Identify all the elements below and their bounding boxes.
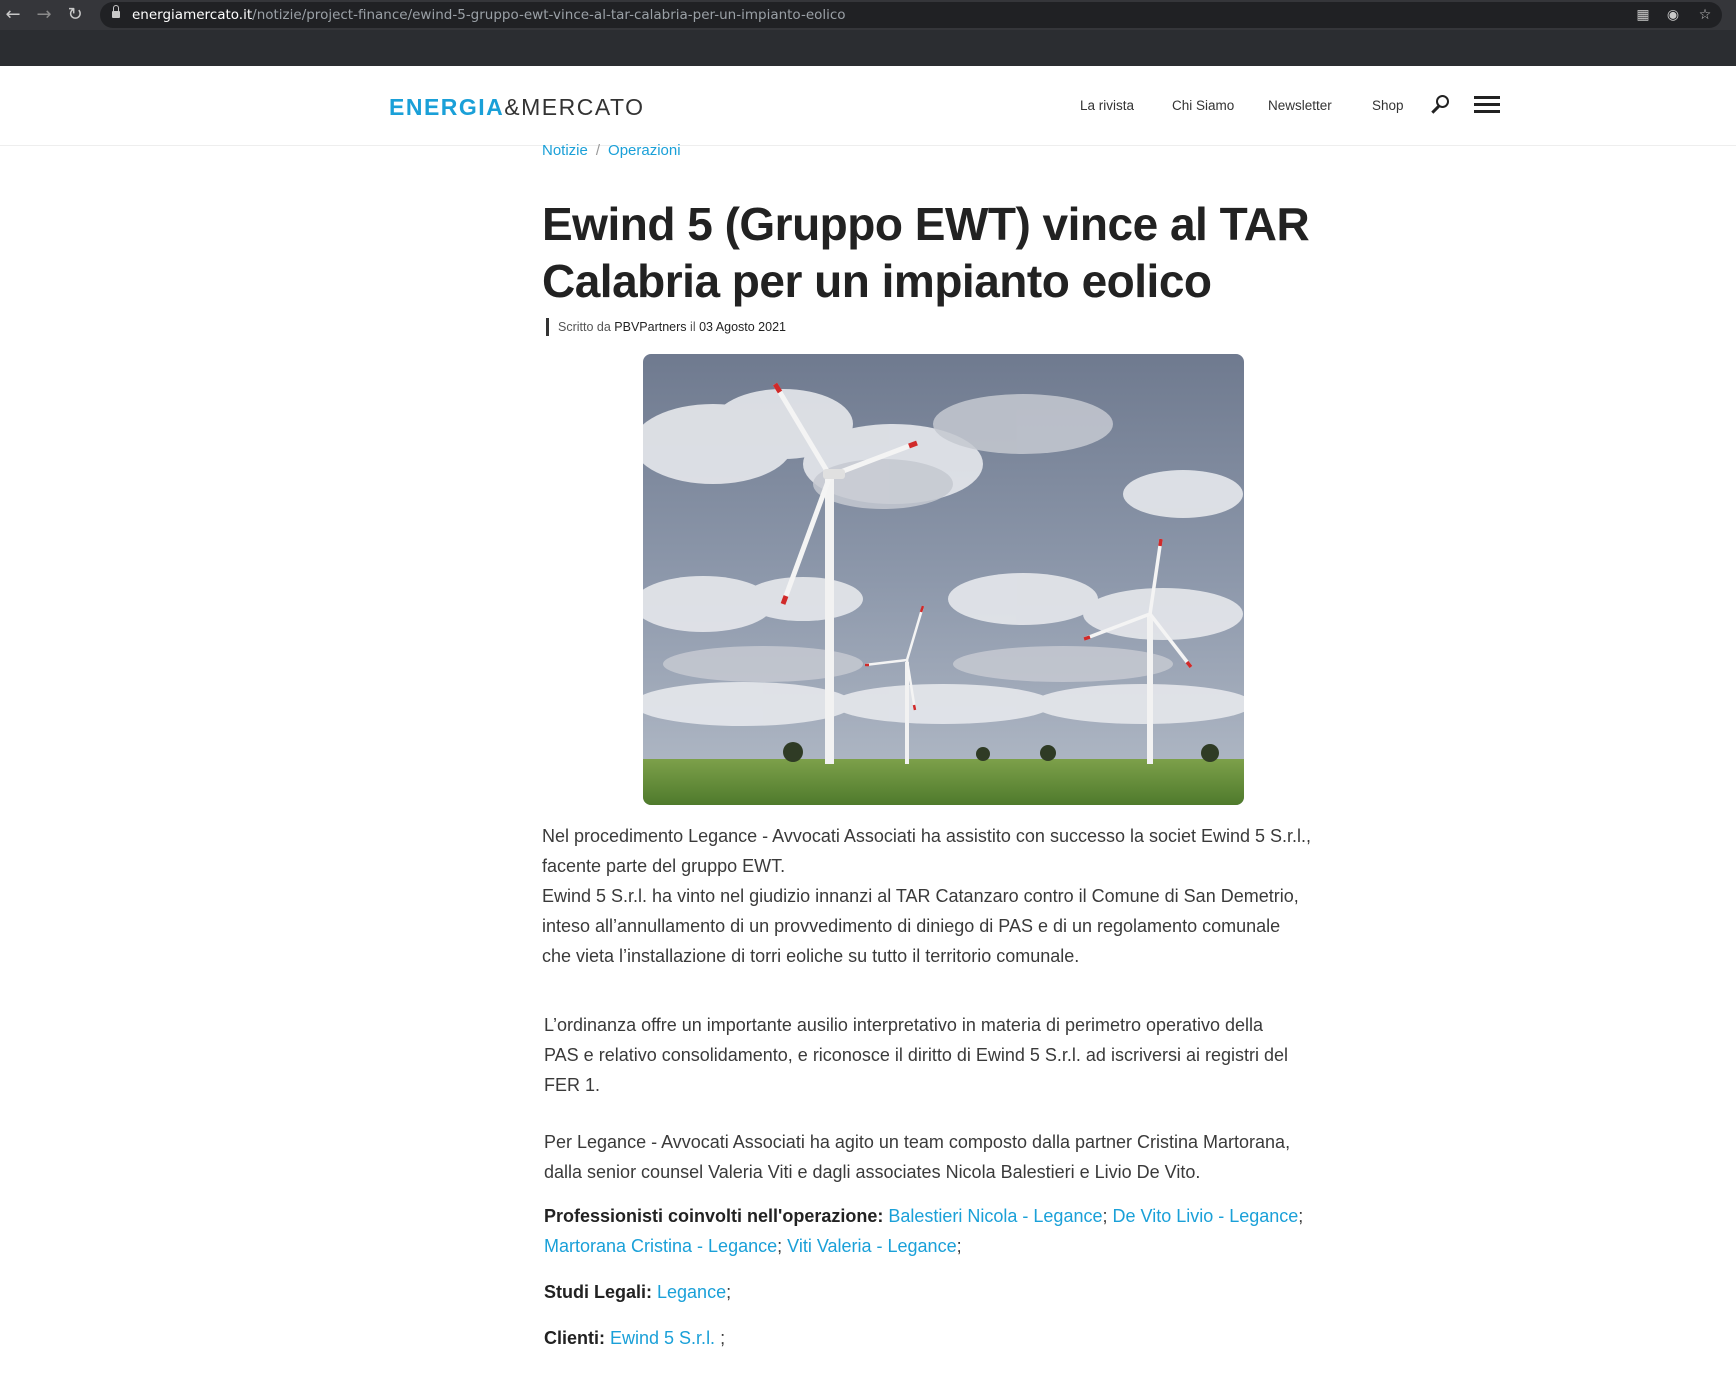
p1-line-3: Ewind 5 S.r.l. ha vinto nel giudizio inn… <box>542 886 1299 906</box>
p1-line-2: facente parte del gruppo EWT. <box>542 856 786 876</box>
p1-line-5: che vieta l’installazione di torri eolic… <box>542 946 1080 966</box>
nav-chi-siamo[interactable]: Chi Siamo <box>1172 98 1234 113</box>
article-paragraph-2: L’ordinanza offre un importante ausilio … <box>544 1010 1344 1100</box>
breadcrumb-operazioni[interactable]: Operazioni <box>608 142 681 159</box>
byline-author[interactable]: PBVPartners <box>614 320 686 334</box>
professionista-link[interactable]: De Vito Livio - Legance <box>1113 1206 1299 1226</box>
breadcrumb-separator: / <box>595 142 601 159</box>
professionista-link[interactable]: Viti Valeria - Legance <box>787 1236 956 1256</box>
logo-energia: ENERGIA <box>389 94 505 120</box>
clienti-section: Clienti: Ewind 5 S.r.l. ; <box>544 1328 726 1348</box>
nav-shop[interactable]: Shop <box>1372 98 1404 113</box>
back-icon[interactable]: ← <box>2 4 24 26</box>
byline: Scritto da PBVPartners il 03 Agosto 2021 <box>546 318 786 336</box>
url-text[interactable]: energiamercato.it/notizie/project-financ… <box>132 7 846 23</box>
site-header: ENERGIA&MERCATO La rivista Chi Siamo New… <box>0 66 1736 146</box>
p3-line-1: Per Legance - Avvocati Associati ha agit… <box>544 1132 1291 1152</box>
reload-icon[interactable]: ↻ <box>64 4 86 26</box>
qr-code-icon[interactable]: ▦ <box>1634 6 1652 24</box>
byline-date-prefix: il <box>690 320 696 334</box>
nav-la-rivista[interactable]: La rivista <box>1080 98 1134 113</box>
logo-mercato: &MERCATO <box>504 94 645 120</box>
clienti-label: Clienti: <box>544 1328 605 1348</box>
article-hero-image <box>643 354 1244 805</box>
professionista-link[interactable]: Martorana Cristina - Legance <box>544 1236 777 1256</box>
byline-date: 03 Agosto 2021 <box>699 320 786 334</box>
article-paragraph-1: Nel procedimento Legance - Avvocati Asso… <box>542 821 1342 971</box>
p1-line-1: Nel procedimento Legance - Avvocati Asso… <box>542 826 1312 846</box>
hamburger-menu-icon[interactable] <box>1474 96 1500 114</box>
p2-line-2: PAS e relativo consolidamento, e riconos… <box>544 1045 1288 1065</box>
article-paragraph-3: Per Legance - Avvocati Associati ha agit… <box>544 1127 1344 1187</box>
eye-off-icon[interactable]: ◉ <box>1664 6 1682 24</box>
article-title: Ewind 5 (Gruppo EWT) vince al TAR Calabr… <box>542 198 1310 307</box>
p1-line-4: inteso all’annullamento di un provvedime… <box>542 916 1281 936</box>
address-bar[interactable]: energiamercato.it/notizie/project-financ… <box>100 2 1722 28</box>
professionisti-label: Professionisti coinvolti nell'operazione… <box>544 1206 884 1226</box>
p3-line-2: dalla senior counsel Valeria Viti e dagl… <box>544 1162 1201 1182</box>
byline-prefix: Scritto da <box>558 320 611 334</box>
search-icon[interactable] <box>1429 93 1453 117</box>
site-logo[interactable]: ENERGIA&MERCATO <box>389 94 645 121</box>
url-path: /notizie/project-finance/ewind-5-gruppo-… <box>252 7 846 23</box>
breadcrumb-notizie[interactable]: Notizie <box>542 142 588 159</box>
browser-address-row: ← → ↻ energiamercato.it/notizie/project-… <box>0 0 1736 30</box>
p2-line-1: L’ordinanza offre un importante ausilio … <box>544 1015 1264 1035</box>
forward-icon[interactable]: → <box>33 4 55 26</box>
breadcrumb: Notizie / Operazioni <box>542 142 681 159</box>
p2-line-3: FER 1. <box>544 1075 601 1095</box>
studi-legali-section: Studi Legali: Legance; <box>544 1282 732 1302</box>
cliente-link[interactable]: Ewind 5 S.r.l. <box>610 1328 720 1348</box>
star-icon[interactable]: ☆ <box>1696 6 1714 24</box>
lock-icon <box>112 5 120 19</box>
professionista-link[interactable]: Balestieri Nicola - Legance <box>888 1206 1102 1226</box>
nav-newsletter[interactable]: Newsletter <box>1268 98 1332 113</box>
professionisti-line-2: Martorana Cristina - Legance; Viti Valer… <box>544 1236 962 1256</box>
url-host: energiamercato.it <box>132 7 253 23</box>
studio-legale-link[interactable]: Legance <box>657 1282 726 1302</box>
studi-legali-label: Studi Legali: <box>544 1282 652 1302</box>
professionisti-section: Professionisti coinvolti nell'operazione… <box>544 1201 1344 1261</box>
professionisti-line-1: Professionisti coinvolti nell'operazione… <box>544 1206 1304 1226</box>
